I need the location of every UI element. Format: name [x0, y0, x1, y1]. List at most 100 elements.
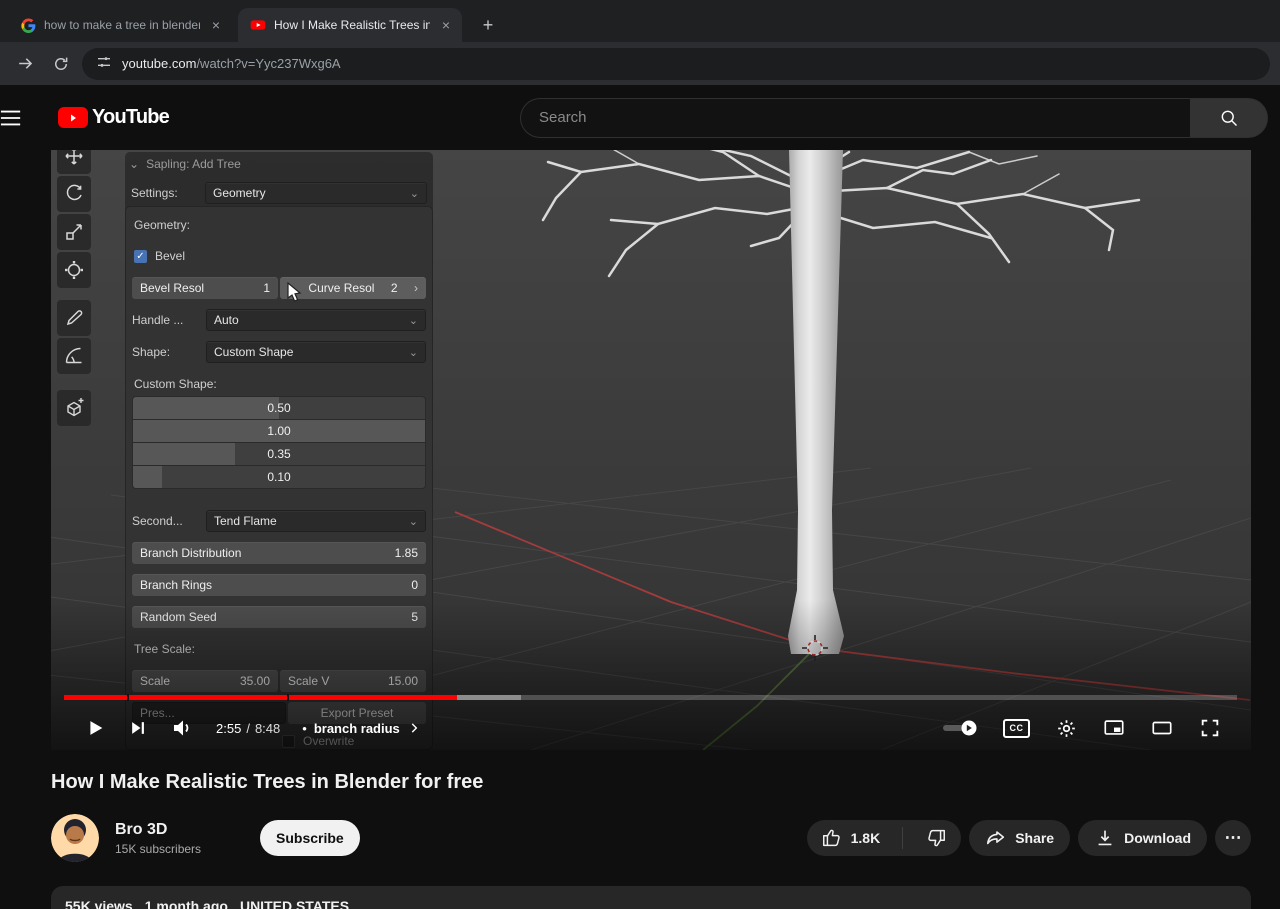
scale-v-slider[interactable]: Scale V 15.00 — [280, 670, 426, 692]
bevel-checkbox-row[interactable]: ✓ Bevel — [132, 249, 426, 263]
scale-tool-icon[interactable] — [57, 214, 91, 250]
site-settings-icon[interactable] — [96, 54, 112, 73]
stepper-right-icon[interactable]: › — [414, 281, 418, 295]
channel-name[interactable]: Bro 3D — [115, 821, 260, 839]
custom-shape-slider[interactable]: 0.10 — [133, 466, 425, 488]
channel-avatar[interactable] — [51, 814, 99, 862]
tab-title: how to make a tree in blender — [44, 18, 200, 32]
like-dislike-pill: 1.8K — [806, 820, 962, 856]
close-icon[interactable]: × — [438, 17, 454, 33]
subtitles-button[interactable]: CC — [1003, 718, 1030, 738]
played-bar — [64, 695, 457, 700]
play-button[interactable] — [84, 717, 106, 739]
handle-label: Handle ... — [132, 313, 184, 327]
settings-label: Settings: — [131, 186, 178, 200]
video-actions: 1.8K Share Download ⋯ — [806, 820, 1251, 856]
settings-value: Geometry — [213, 186, 266, 200]
custom-shape-value: 0.35 — [267, 447, 291, 461]
settings-gear-icon[interactable] — [1056, 718, 1077, 739]
share-label: Share — [1015, 830, 1055, 846]
youtube-logo[interactable]: YouTube — [58, 106, 170, 129]
ch apter-button[interactable]: • branch radius — [302, 721, 421, 736]
handle-value: Auto — [214, 313, 239, 327]
subscribe-button[interactable]: Subscribe — [260, 820, 360, 856]
reload-button[interactable] — [46, 49, 76, 79]
branch-rings-slider[interactable]: Branch Rings 0 — [132, 574, 426, 596]
move-tool-icon[interactable] — [57, 150, 91, 174]
collapse-caret-icon[interactable]: ⌄ — [129, 157, 139, 171]
tab-strip: how to make a tree in blender × How I Ma… — [0, 0, 1280, 42]
address-bar[interactable]: youtube.com/watch?v=Yyc237Wxg6A — [82, 47, 1270, 80]
thumbs-up-icon — [822, 829, 840, 847]
more-actions-button[interactable]: ⋯ — [1215, 820, 1251, 856]
dislike-button[interactable] — [911, 820, 961, 856]
custom-shape-value: 1.00 — [267, 424, 291, 438]
progress-bar[interactable] — [64, 694, 1237, 701]
theater-mode-button[interactable] — [1151, 717, 1173, 739]
share-button[interactable]: Share — [969, 820, 1071, 856]
transform-tool-icon[interactable] — [57, 252, 91, 288]
volume-button[interactable] — [170, 716, 194, 740]
secondary-value: Tend Flame — [214, 514, 277, 528]
next-button[interactable] — [128, 718, 148, 738]
annotate-tool-icon[interactable] — [57, 300, 91, 336]
secondary-dropdown[interactable]: Tend Flame ⌄ — [206, 510, 426, 532]
rotate-tool-icon[interactable] — [57, 176, 91, 212]
measure-tool-icon[interactable] — [57, 338, 91, 374]
custom-shape-value: 0.50 — [267, 401, 291, 415]
video-player[interactable]: ⌄ Sapling: Add Tree Settings: Geometry ⌄… — [51, 150, 1251, 750]
new-tab-button[interactable]: + — [474, 11, 502, 39]
handle-dropdown[interactable]: Auto ⌄ — [206, 309, 426, 331]
tab-search-results[interactable]: how to make a tree in blender × — [8, 8, 232, 42]
tree-scale-heading: Tree Scale: — [134, 642, 195, 656]
time-separator: / — [246, 720, 250, 736]
thumbs-down-icon — [928, 829, 946, 847]
watch-page-content: How I Make Realistic Trees in Blender fo… — [51, 768, 1251, 909]
search-button[interactable] — [1190, 97, 1268, 138]
url-text: youtube.com/watch?v=Yyc237Wxg6A — [122, 56, 341, 71]
youtube-play-icon — [58, 107, 88, 128]
bevel-resol-field[interactable]: Bevel Resol 1 — [132, 277, 278, 299]
search-input[interactable] — [520, 97, 1190, 138]
checkbox-checked-icon[interactable]: ✓ — [134, 249, 147, 263]
upload-age: 1 month ago — [144, 898, 228, 909]
youtube-masthead: YouTube — [0, 85, 1280, 150]
check-icon: ✓ — [136, 250, 145, 262]
scale-label: Scale — [140, 674, 171, 688]
autoplay-toggle[interactable] — [941, 720, 977, 736]
panel-title: Sapling: Add Tree — [146, 157, 241, 171]
shape-dropdown[interactable]: Custom Shape ⌄ — [206, 341, 426, 363]
time-current: 2:55 — [216, 720, 242, 736]
slider-label: Branch Distribution — [140, 546, 242, 560]
custom-shape-slider[interactable]: 0.35 — [133, 443, 425, 465]
video-title: How I Make Realistic Trees in Blender fo… — [51, 771, 484, 793]
browser-toolbar: youtube.com/watch?v=Yyc237Wxg6A — [0, 42, 1280, 85]
download-button[interactable]: Download — [1078, 820, 1207, 856]
tab-current-video[interactable]: How I Make Realistic Trees in Bl × — [238, 8, 462, 42]
chevron-down-icon: ⌄ — [409, 187, 419, 200]
custom-shape-slider[interactable]: 0.50 — [133, 397, 425, 419]
miniplayer-button[interactable] — [1103, 717, 1125, 739]
mouse-pointer-icon — [287, 282, 302, 302]
settings-dropdown[interactable]: Geometry ⌄ — [205, 182, 427, 204]
panel-header[interactable]: ⌄ Sapling: Add Tree — [125, 152, 433, 176]
owner-row: Bro 3D 15K subscribers Subscribe 1.8K Sh… — [51, 814, 1251, 862]
chevron-down-icon: ⌄ — [408, 515, 418, 528]
random-seed-slider[interactable]: Random Seed 5 — [132, 606, 426, 628]
like-count: 1.8K — [850, 830, 881, 846]
description-box[interactable]: 55K views 1 month ago UNITED STATES — [51, 886, 1251, 909]
add-cube-tool-icon[interactable] — [57, 390, 91, 426]
view-count: 55K views — [65, 898, 133, 909]
forward-button[interactable] — [10, 49, 40, 79]
branch-distribution-slider[interactable]: Branch Distribution 1.85 — [132, 542, 426, 564]
url-host: youtube.com — [122, 56, 197, 71]
browser-window: how to make a tree in blender × How I Ma… — [0, 0, 1280, 85]
scale-slider[interactable]: Scale 35.00 — [132, 670, 278, 692]
menu-icon[interactable] — [0, 107, 24, 129]
fullscreen-button[interactable] — [1199, 717, 1221, 739]
youtube-favicon-icon — [250, 17, 266, 33]
like-button[interactable]: 1.8K — [807, 820, 895, 856]
custom-shape-slider[interactable]: 1.00 — [133, 420, 425, 442]
close-icon[interactable]: × — [208, 17, 224, 33]
blender-3d-cursor — [801, 634, 829, 662]
